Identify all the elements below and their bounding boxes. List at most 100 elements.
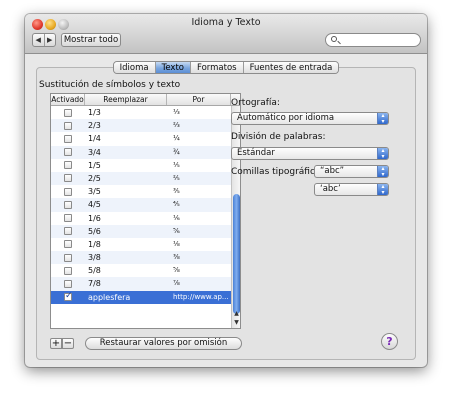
back-arrow-icon[interactable]: ◀	[33, 34, 45, 46]
scrollbar-thumb[interactable]	[233, 194, 240, 314]
table-row[interactable]: 2/3 ⅔	[51, 119, 240, 133]
replace-cell[interactable]: 7/8	[85, 277, 167, 290]
replace-cell[interactable]: 3/8	[85, 251, 167, 264]
word-break-popup[interactable]: Estándar ▴ ▾	[231, 147, 389, 160]
replace-cell[interactable]: 1/8	[85, 238, 167, 251]
row-enabled-cell	[51, 264, 85, 277]
enabled-checkbox[interactable]	[64, 290, 73, 303]
header-enabled[interactable]: Activado	[51, 94, 85, 105]
substitution-table[interactable]: Activado Reemplazar Por 1/3 ⅓ 2/3 ⅔ 1/4 ¼ 3/4 ¾…	[50, 93, 241, 329]
double-quotes-popup[interactable]: “abc” ▴ ▾	[314, 165, 389, 178]
replace-cell[interactable]: 4/5	[85, 198, 167, 211]
remove-button[interactable]: −	[62, 338, 74, 349]
table-body: 1/3 ⅓ 2/3 ⅔ 1/4 ¼ 3/4 ¾ 1/5 ⅕ 2/5 ⅖ 3/5 ⅗ 4/5 ⅘ 1/6 ⅙ 5/6 ⅚…	[51, 106, 240, 304]
enabled-checkbox[interactable]	[64, 187, 72, 196]
row-enabled-cell	[51, 198, 85, 211]
with-cell[interactable]: ⅗	[167, 185, 231, 198]
with-cell[interactable]: ⅕	[167, 159, 231, 172]
table-row[interactable]: 2/5 ⅖	[51, 171, 240, 186]
forward-arrow-icon[interactable]: ▶	[45, 34, 56, 46]
header-with[interactable]: Por	[167, 94, 231, 105]
table-row[interactable]: 4/5 ⅘	[51, 198, 240, 212]
tab-texto[interactable]: Texto	[155, 62, 192, 73]
with-cell[interactable]: ⅜	[167, 251, 231, 264]
enabled-checkbox[interactable]	[64, 108, 72, 117]
table-row[interactable]: 7/8 ⅞	[51, 277, 240, 291]
enabled-checkbox[interactable]	[64, 214, 72, 222]
row-enabled-cell	[51, 225, 85, 238]
replace-cell[interactable]: 3/5	[85, 185, 167, 198]
table-row[interactable]: 1/8 ⅛	[51, 238, 240, 251]
enabled-checkbox[interactable]	[64, 227, 72, 236]
enabled-checkbox[interactable]	[64, 121, 72, 130]
with-cell[interactable]: ⅖	[167, 172, 231, 185]
with-cell[interactable]: ⅚	[167, 225, 231, 238]
tab-idioma[interactable]: Idioma	[113, 62, 156, 73]
enabled-checkbox[interactable]	[64, 148, 72, 157]
table-row[interactable]: 3/4 ¾	[51, 145, 240, 159]
row-enabled-cell	[51, 172, 85, 185]
row-enabled-cell	[51, 159, 85, 172]
replace-cell[interactable]: 5/6	[85, 225, 167, 238]
with-cell[interactable]: ⅙	[167, 212, 231, 225]
spelling-label: Ortografía:	[231, 98, 280, 108]
enabled-checkbox[interactable]	[64, 253, 72, 262]
with-cell[interactable]: ⅞	[167, 277, 231, 290]
scroll-down-arrow-icon[interactable]: ▼	[232, 319, 240, 328]
spelling-value: Automático por idioma	[237, 113, 335, 123]
header-replace[interactable]: Reemplazar	[85, 94, 167, 105]
spelling-popup[interactable]: Automático por idioma ▴ ▾	[231, 112, 389, 125]
with-cell[interactable]: ⅓	[167, 106, 231, 119]
with-cell[interactable]: ⅝	[167, 264, 231, 277]
search-field[interactable]	[325, 33, 421, 47]
with-cell[interactable]: ⅔	[167, 119, 231, 132]
replace-cell[interactable]: 1/3	[85, 106, 167, 119]
word-break-label: División de palabras:	[231, 132, 326, 142]
enabled-checkbox[interactable]	[64, 161, 72, 170]
enabled-checkbox[interactable]	[64, 279, 72, 288]
enabled-checkbox[interactable]	[64, 266, 72, 275]
replace-cell[interactable]: 1/5	[85, 159, 167, 172]
with-cell[interactable]: http://www.ap...	[167, 291, 231, 304]
row-enabled-cell	[51, 290, 85, 304]
replace-cell[interactable]: 3/4	[85, 146, 167, 159]
enabled-checkbox[interactable]	[64, 174, 72, 183]
enabled-checkbox[interactable]	[64, 200, 72, 209]
tab-fuentes-de-entrada[interactable]: Fuentes de entrada	[243, 62, 339, 73]
table-row[interactable]: 1/4 ¼	[51, 132, 240, 145]
replace-cell[interactable]: 2/5	[85, 172, 167, 185]
row-enabled-cell	[51, 251, 85, 264]
table-row[interactable]: 1/6 ⅙	[51, 212, 240, 225]
row-enabled-cell	[51, 277, 85, 290]
table-row[interactable]: 5/8 ⅝	[51, 264, 240, 277]
table-row[interactable]: 3/5 ⅗	[51, 185, 240, 198]
show-all-button[interactable]: Mostrar todo	[61, 33, 121, 47]
row-enabled-cell	[51, 132, 85, 145]
enabled-checkbox[interactable]	[64, 134, 72, 143]
single-quotes-popup[interactable]: ‘abc’ ▴ ▾	[314, 183, 389, 196]
add-button[interactable]: +	[50, 338, 62, 349]
table-row[interactable]: 1/3 ⅓	[51, 106, 240, 119]
table-row[interactable]: 5/6 ⅚	[51, 224, 240, 238]
table-row[interactable]: 3/8 ⅜	[51, 251, 240, 265]
with-cell[interactable]: ⅛	[167, 238, 231, 251]
replace-cell[interactable]: 1/6	[85, 212, 167, 225]
with-cell[interactable]: ⅘	[167, 198, 231, 211]
with-cell[interactable]: ¾	[167, 146, 231, 159]
popup-arrows-icon: ▴ ▾	[377, 166, 388, 177]
tab-formatos[interactable]: Formatos	[191, 62, 244, 73]
help-button[interactable]: ?	[381, 333, 398, 350]
replace-cell[interactable]: applesfera	[85, 291, 167, 304]
replace-cell[interactable]: 5/8	[85, 264, 167, 277]
title-bar: Idioma y Texto ◀ ▶ Mostrar todo	[25, 14, 427, 54]
enabled-checkbox[interactable]	[64, 240, 72, 249]
table-row[interactable]: 1/5 ⅕	[51, 159, 240, 172]
window-title: Idioma y Texto	[191, 17, 261, 28]
with-cell[interactable]: ¼	[167, 132, 231, 145]
restore-defaults-button[interactable]: Restaurar valores por omisión	[85, 337, 242, 350]
replace-cell[interactable]: 1/4	[85, 132, 167, 145]
table-row[interactable]: applesferahttp://www.ap...	[51, 290, 240, 304]
single-quotes-value: ‘abc’	[320, 184, 341, 194]
replace-cell[interactable]: 2/3	[85, 119, 167, 132]
scroll-up-arrow-icon[interactable]: ▲	[232, 310, 240, 319]
